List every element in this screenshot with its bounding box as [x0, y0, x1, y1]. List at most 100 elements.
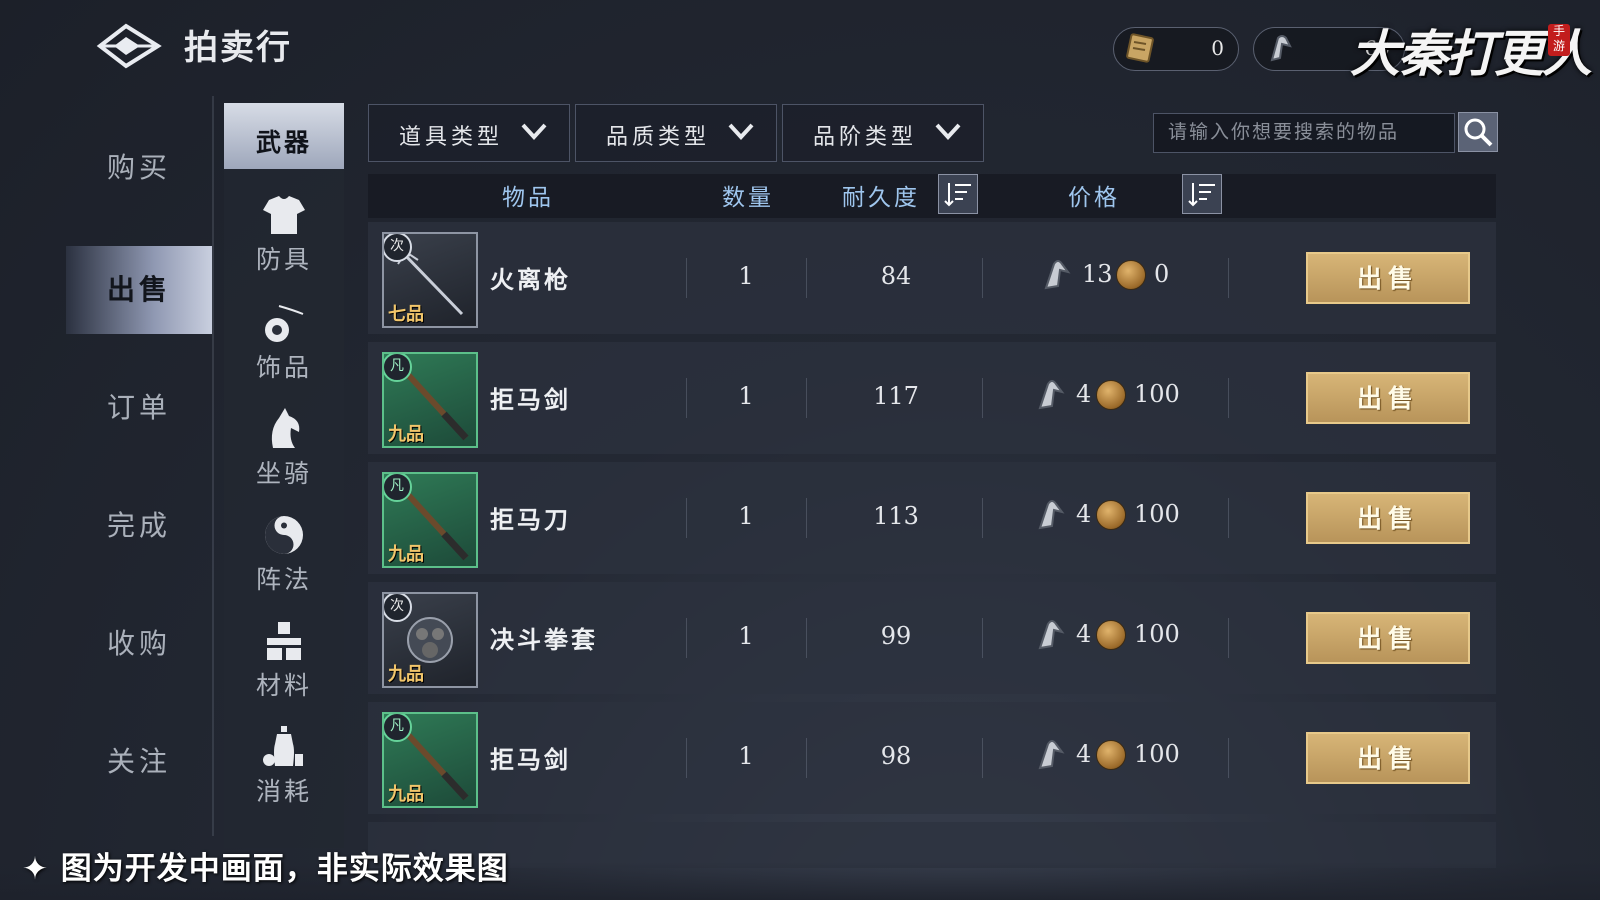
column-divider: [1228, 498, 1229, 538]
category-weapon[interactable]: 武器: [224, 103, 344, 169]
logo-tag: 手游: [1548, 24, 1570, 56]
column-divider: [1228, 378, 1229, 418]
column-divider: [1228, 258, 1229, 298]
column-divider: [806, 498, 807, 538]
column-divider: [982, 378, 983, 418]
copper-coin-icon: [1096, 740, 1126, 770]
rank-label: 九品: [388, 664, 424, 685]
item-quantity: 1: [738, 622, 754, 650]
item-durability: 117: [873, 382, 919, 410]
sell-button[interactable]: 出售: [1306, 612, 1470, 664]
price-silver: 13: [1082, 260, 1113, 288]
price-silver: 4: [1076, 740, 1092, 768]
search-icon: [1464, 118, 1493, 147]
category-label: 武器: [255, 128, 312, 157]
ticket-amount: 0: [1211, 36, 1224, 60]
category-accessory[interactable]: 饰品: [224, 288, 344, 394]
grade-badge: 次: [384, 234, 412, 262]
accessory-icon: [265, 305, 304, 342]
column-divider: [686, 618, 687, 658]
item-quantity: 1: [738, 382, 754, 410]
category-material[interactable]: 材料: [224, 606, 344, 712]
column-divider: [1228, 738, 1229, 778]
rank-label: 七品: [388, 304, 424, 325]
column-divider: [806, 618, 807, 658]
sell-button[interactable]: 出售: [1306, 372, 1470, 424]
quality-type-dropdown[interactable]: 品质类型: [575, 104, 777, 162]
dropdown-label: 品质类型: [606, 125, 711, 150]
column-divider: [982, 258, 983, 298]
sort-durability-button[interactable]: [938, 174, 978, 214]
column-divider: [686, 738, 687, 778]
nav-completed[interactable]: 完成: [66, 482, 212, 570]
item-durability: 84: [880, 262, 912, 290]
back-arrow-icon[interactable]: [96, 22, 162, 70]
grade-badge: 凡: [384, 714, 412, 742]
column-divider: [982, 738, 983, 778]
item-durability: 113: [873, 502, 919, 530]
grade-badge: 次: [384, 594, 412, 622]
column-divider: [806, 258, 807, 298]
item-durability: 98: [880, 742, 912, 770]
sort-icon: [944, 183, 971, 207]
sort-icon: [1188, 183, 1215, 207]
rank-label: 九品: [388, 544, 424, 565]
dev-notice: ✦ 图为开发中画面，非实际效果图: [22, 851, 509, 887]
category-mount[interactable]: 坐骑: [224, 394, 344, 500]
column-divider: [686, 258, 687, 298]
item-thumbnail[interactable]: 次 七品: [382, 232, 478, 328]
column-divider: [806, 378, 807, 418]
sell-button[interactable]: 出售: [1306, 492, 1470, 544]
nav-orders[interactable]: 订单: [66, 364, 212, 452]
column-divider: [982, 618, 983, 658]
item-name: 决斗拳套: [490, 625, 598, 654]
header-durability: 耐久度: [842, 185, 920, 211]
copper-coin-icon: [1096, 380, 1126, 410]
silver-ingot-icon: [1038, 380, 1065, 410]
item-thumbnail[interactable]: 凡 九品: [382, 352, 478, 448]
nav-purchase[interactable]: 收购: [66, 600, 212, 688]
currency-ticket: 0: [1113, 27, 1239, 71]
rank-label: 九品: [388, 424, 424, 445]
bottle-icon: [263, 726, 303, 766]
column-divider: [982, 498, 983, 538]
item-thumbnail[interactable]: 次 九品: [382, 592, 478, 688]
search-input[interactable]: [1168, 121, 1448, 143]
dropdown-label: 品阶类型: [813, 125, 918, 150]
price-silver: 4: [1076, 620, 1092, 648]
chevron-down-icon: [728, 123, 754, 140]
item-name: 拒马刀: [490, 505, 571, 534]
price-copper: 100: [1134, 500, 1180, 528]
category-label: 材料: [255, 671, 312, 700]
item-name: 火离枪: [490, 265, 571, 294]
column-divider: [1228, 618, 1229, 658]
copper-coin-icon: [1116, 260, 1146, 290]
category-label: 坐骑: [255, 459, 312, 488]
category-label: 消耗: [255, 777, 312, 806]
sell-button[interactable]: 出售: [1306, 252, 1470, 304]
yin-yang-icon: [265, 516, 303, 554]
search-button[interactable]: [1458, 112, 1498, 152]
grade-badge: 凡: [384, 354, 412, 382]
nav-watchlist[interactable]: 关注: [66, 718, 212, 806]
nav-buy[interactable]: 购买: [66, 124, 212, 212]
category-formation[interactable]: 阵法: [224, 500, 344, 606]
category-label: 饰品: [255, 353, 312, 382]
horse-icon: [271, 408, 300, 448]
tier-type-dropdown[interactable]: 品阶类型: [782, 104, 984, 162]
item-thumbnail[interactable]: 凡 九品: [382, 712, 478, 808]
silver-ingot-icon: [1038, 620, 1065, 650]
sort-price-button[interactable]: [1182, 174, 1222, 214]
category-consumable[interactable]: 消耗: [224, 712, 344, 818]
copper-coin-icon: [1096, 500, 1126, 530]
sell-button[interactable]: 出售: [1306, 732, 1470, 784]
dropdown-label: 道具类型: [399, 125, 504, 150]
item-quantity: 1: [738, 262, 754, 290]
nav-sell[interactable]: 出售: [66, 246, 212, 334]
category-armor[interactable]: 防具: [224, 180, 344, 286]
item-quantity: 1: [738, 742, 754, 770]
item-thumbnail[interactable]: 凡 九品: [382, 472, 478, 568]
item-type-dropdown[interactable]: 道具类型: [368, 104, 570, 162]
price-copper: 100: [1134, 620, 1180, 648]
price-silver: 4: [1076, 380, 1092, 408]
